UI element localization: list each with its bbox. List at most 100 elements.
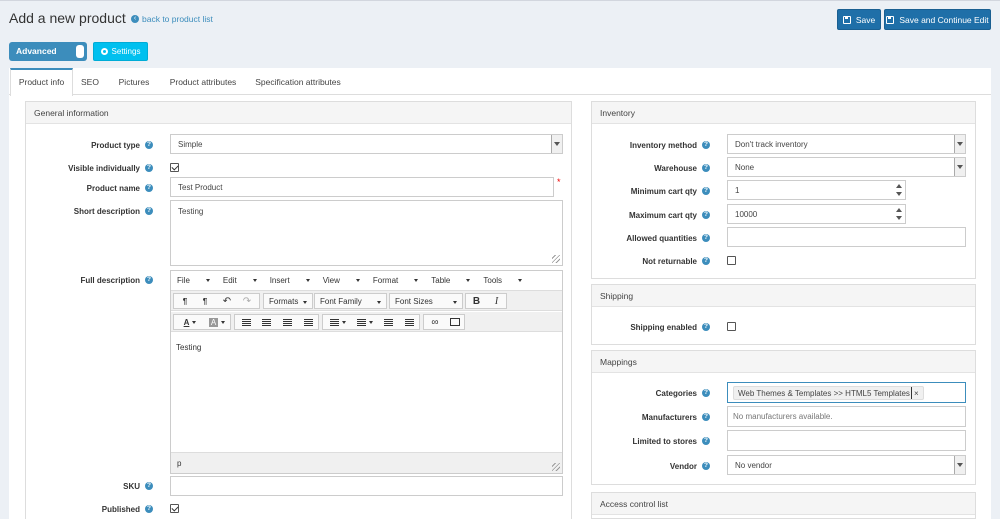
- sku-input[interactable]: [170, 476, 563, 496]
- image-icon[interactable]: [445, 314, 465, 330]
- help-icon[interactable]: ?: [145, 141, 153, 149]
- manufacturers-multiselect[interactable]: No manufacturers available.: [727, 406, 966, 427]
- help-icon[interactable]: ?: [702, 437, 710, 445]
- tab-specification-attributes[interactable]: Specification attributes: [245, 68, 351, 95]
- undo-icon[interactable]: ↶: [217, 293, 237, 309]
- help-icon[interactable]: ?: [702, 187, 710, 195]
- help-icon[interactable]: ?: [702, 413, 710, 421]
- outdent-icon[interactable]: [378, 314, 398, 330]
- menu-table[interactable]: Table: [431, 276, 471, 285]
- help-icon[interactable]: ?: [145, 164, 153, 172]
- allowed-quantities-input[interactable]: [727, 227, 966, 247]
- help-icon[interactable]: ?: [145, 482, 153, 490]
- background-color-button[interactable]: A: [203, 314, 231, 330]
- bullet-list-icon[interactable]: [324, 314, 351, 330]
- tab-pictures[interactable]: Pictures: [107, 68, 161, 95]
- settings-button[interactable]: Settings: [93, 42, 148, 61]
- menu-format[interactable]: Format: [373, 276, 419, 285]
- ltr-icon[interactable]: ¶: [175, 293, 195, 309]
- help-icon[interactable]: ?: [702, 389, 710, 397]
- bold-button[interactable]: B: [467, 293, 486, 309]
- page-title: Add a new product: [9, 10, 126, 26]
- visible-individually-checkbox[interactable]: [170, 163, 179, 172]
- align-justify-icon[interactable]: [298, 314, 318, 330]
- short-description-textarea[interactable]: Testing: [170, 200, 563, 266]
- chevron-down-icon: [954, 135, 965, 153]
- shipping-enabled-checkbox[interactable]: [727, 322, 736, 331]
- product-type-select[interactable]: Simple: [170, 134, 563, 154]
- numbered-list-icon[interactable]: [351, 314, 378, 330]
- shipping-enabled-label: Shipping enabled?: [600, 320, 710, 334]
- redo-icon[interactable]: ↷: [237, 293, 257, 309]
- arrow-left-circle-icon: ‹: [131, 15, 139, 23]
- align-left-icon[interactable]: [236, 314, 256, 330]
- menu-edit[interactable]: Edit: [223, 276, 257, 285]
- help-icon[interactable]: ?: [702, 164, 710, 172]
- label-text: Shipping enabled: [630, 322, 697, 332]
- help-icon[interactable]: ?: [702, 462, 710, 470]
- help-icon[interactable]: ?: [702, 323, 710, 331]
- menu-insert[interactable]: Insert: [270, 276, 310, 285]
- menu-view[interactable]: View: [323, 276, 360, 285]
- resize-handle[interactable]: [552, 255, 560, 263]
- font-sizes-dropdown[interactable]: Font Sizes: [389, 293, 463, 309]
- categories-multiselect[interactable]: Web Themes & Templates >> HTML5 Template…: [727, 382, 966, 403]
- toggle-knob: [76, 45, 84, 58]
- limited-to-stores-multiselect[interactable]: [727, 430, 966, 451]
- number-spinner[interactable]: [894, 182, 904, 198]
- resize-handle[interactable]: [552, 463, 560, 471]
- not-returnable-checkbox[interactable]: [727, 256, 736, 265]
- close-icon[interactable]: ×: [914, 389, 919, 398]
- help-icon[interactable]: ?: [702, 211, 710, 219]
- editor-statusbar: p: [171, 452, 562, 473]
- product-name-input[interactable]: Test Product: [170, 177, 554, 197]
- link-icon[interactable]: ∞: [425, 314, 445, 330]
- indent-icon[interactable]: [399, 314, 419, 330]
- help-icon[interactable]: ?: [702, 141, 710, 149]
- menu-tools[interactable]: Tools: [483, 276, 523, 285]
- align-right-icon[interactable]: [277, 314, 297, 330]
- vendor-select[interactable]: No vendor: [727, 455, 966, 475]
- save-continue-button[interactable]: Save and Continue Edit: [884, 9, 991, 30]
- help-icon[interactable]: ?: [145, 505, 153, 513]
- label-text: Warehouse: [654, 163, 697, 173]
- tab-seo[interactable]: SEO: [73, 68, 107, 95]
- rtl-icon[interactable]: ¶: [195, 293, 215, 309]
- help-icon[interactable]: ?: [702, 257, 710, 265]
- published-checkbox[interactable]: [170, 504, 179, 513]
- allowed-quantities-label: Allowed quantities?: [600, 231, 710, 245]
- editor-content-area[interactable]: Testing: [171, 333, 562, 453]
- menu-file[interactable]: File: [177, 276, 210, 285]
- font-color-button[interactable]: A: [175, 314, 205, 330]
- font-family-dropdown[interactable]: Font Family: [314, 293, 387, 309]
- number-spinner[interactable]: [894, 206, 904, 222]
- formats-dropdown[interactable]: Formats: [263, 293, 313, 309]
- access-control-panel: Access control list: [591, 492, 976, 519]
- settings-label: Settings: [111, 47, 141, 56]
- label-text: Minimum cart qty: [630, 186, 697, 196]
- tab-product-attributes[interactable]: Product attributes: [161, 68, 245, 95]
- help-icon[interactable]: ?: [702, 234, 710, 242]
- menu-label: View: [322, 276, 340, 285]
- back-to-list-link[interactable]: ‹ back to product list: [131, 14, 213, 24]
- advanced-mode-toggle[interactable]: Advanced: [9, 42, 87, 61]
- element-path[interactable]: p: [177, 459, 181, 468]
- help-icon[interactable]: ?: [145, 276, 153, 284]
- tab-product-info[interactable]: Product info: [10, 68, 73, 96]
- tab-bar: Product info SEO Pictures Product attrib…: [9, 68, 991, 96]
- gear-icon: [100, 48, 108, 55]
- help-icon[interactable]: ?: [145, 207, 153, 215]
- label-text: Visible individually: [68, 163, 140, 173]
- max-cart-qty-input[interactable]: 10000: [727, 204, 906, 224]
- italic-button[interactable]: I: [487, 293, 506, 309]
- save-button[interactable]: Save: [837, 9, 881, 30]
- published-label: Published?: [40, 502, 153, 516]
- min-cart-qty-input[interactable]: 1: [727, 180, 906, 200]
- warehouse-select[interactable]: None: [727, 157, 966, 177]
- shipping-panel: Shipping: [591, 284, 976, 345]
- category-tag: Web Themes & Templates >> HTML5 Template…: [733, 386, 924, 400]
- inventory-method-select[interactable]: Don't track inventory: [727, 134, 966, 154]
- help-icon[interactable]: ?: [145, 184, 153, 192]
- align-center-icon[interactable]: [256, 314, 276, 330]
- font-color-glyph: A: [183, 317, 190, 327]
